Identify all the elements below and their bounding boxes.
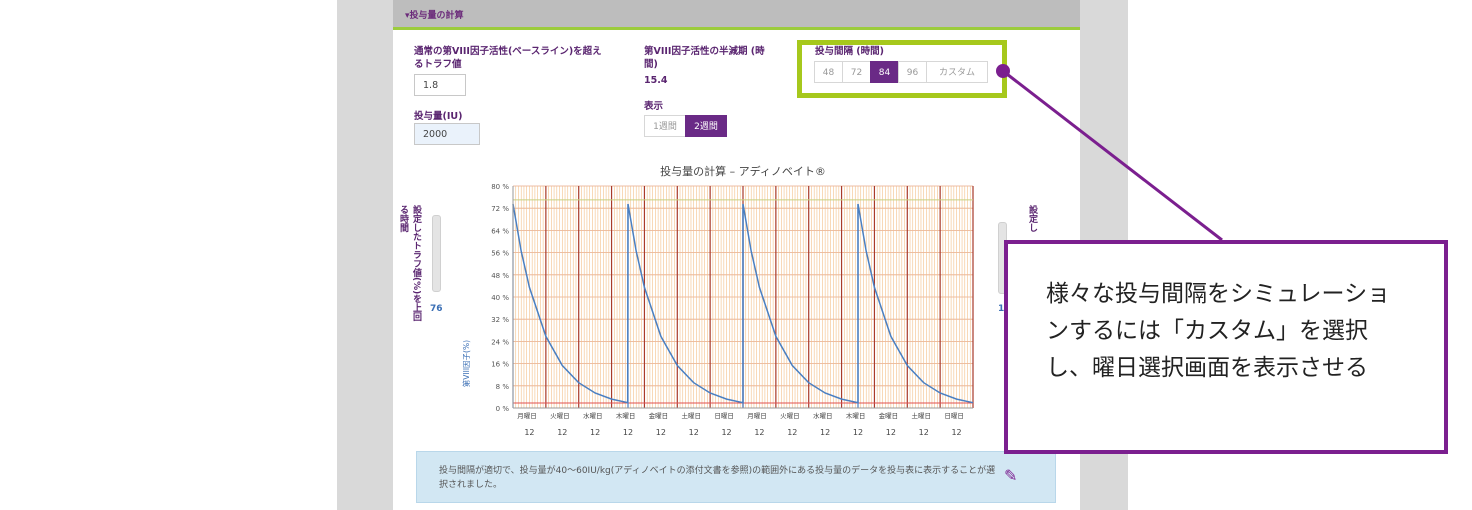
callout-dot [996, 64, 1010, 78]
callout-box: 様々な投与間隔をシミュレーションするには「カスタム」を選択し、曜日選択画面を表示… [1004, 240, 1448, 454]
callout-text: 様々な投与間隔をシミュレーションするには「カスタム」を選択し、曜日選択画面を表示… [1046, 281, 1391, 381]
